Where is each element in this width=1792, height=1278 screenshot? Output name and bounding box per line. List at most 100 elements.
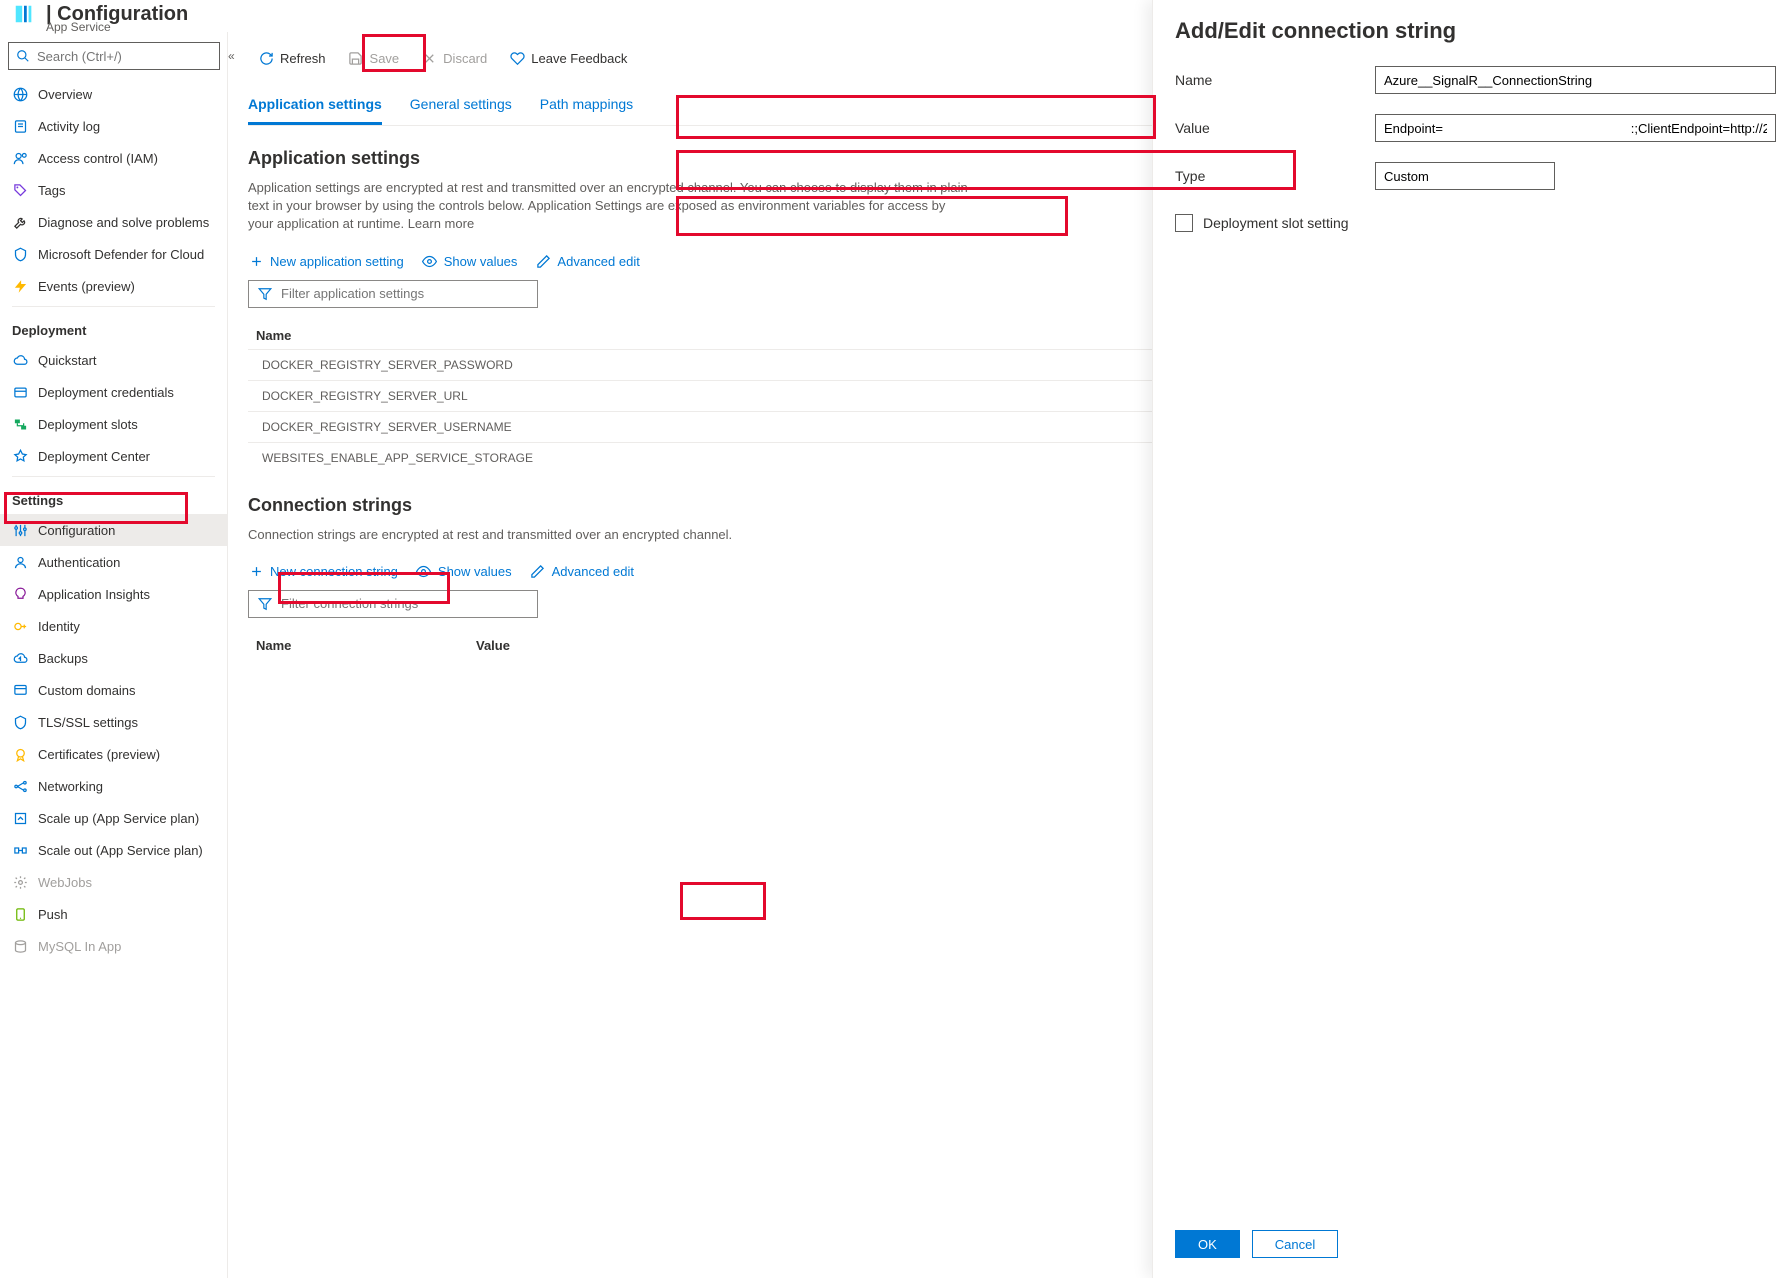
nav-label: Identity <box>38 619 80 634</box>
pencil-icon <box>535 254 551 270</box>
sidebar-item-overview[interactable]: Overview <box>0 78 227 110</box>
webjobs-icon <box>12 874 28 890</box>
section-settings: Settings <box>0 481 227 514</box>
sidebar-item-microsoft-defender-for-cloud[interactable]: Microsoft Defender for Cloud <box>0 238 227 270</box>
sidebar-item-networking[interactable]: Networking <box>0 770 227 802</box>
app-filter-input[interactable] <box>281 286 529 301</box>
sidebar-item-deployment-credentials[interactable]: Deployment credentials <box>0 376 227 408</box>
nav-label: Configuration <box>38 523 115 538</box>
nav-label: Quickstart <box>38 353 97 368</box>
sidebar-item-custom-domains[interactable]: Custom domains <box>0 674 227 706</box>
nav-label: Activity log <box>38 119 100 134</box>
filter-icon <box>257 286 273 302</box>
shield-icon <box>12 246 28 262</box>
sidebar-item-deployment-center[interactable]: Deployment Center <box>0 440 227 472</box>
sidebar-item-webjobs[interactable]: WebJobs <box>0 866 227 898</box>
tag-icon <box>12 182 28 198</box>
app-advanced-edit-button[interactable]: Advanced edit <box>535 254 639 270</box>
discard-icon <box>421 50 437 66</box>
sidebar-item-backups[interactable]: Backups <box>0 642 227 674</box>
identity-icon <box>12 618 28 634</box>
new-conn-string-button[interactable]: New connection string <box>248 564 398 580</box>
nav-label: Events (preview) <box>38 279 135 294</box>
sidebar-item-diagnose-and-solve-problems[interactable]: Diagnose and solve problems <box>0 206 227 238</box>
conn-col-name: Name <box>256 638 476 653</box>
tab-application-settings[interactable]: Application settings <box>248 88 382 125</box>
app-col-name: Name <box>256 328 476 343</box>
new-conn-string-label: New connection string <box>270 564 398 579</box>
discard-button[interactable]: Discard <box>411 42 497 74</box>
conn-show-values-button[interactable]: Show values <box>416 564 512 580</box>
bolt-icon <box>12 278 28 294</box>
sidebar-item-quickstart[interactable]: Quickstart <box>0 344 227 376</box>
conn-filter-box[interactable] <box>248 590 538 618</box>
sidebar: « OverviewActivity logAccess control (IA… <box>0 32 228 1278</box>
tab-general-settings[interactable]: General settings <box>410 88 512 125</box>
nav-label: Tags <box>38 183 65 198</box>
net-icon <box>12 778 28 794</box>
conn-desc: Connection strings are encrypted at rest… <box>248 526 968 544</box>
nav-label: Backups <box>38 651 88 666</box>
name-input[interactable] <box>1375 66 1776 94</box>
sidebar-item-authentication[interactable]: Authentication <box>0 546 227 578</box>
feedback-button[interactable]: Leave Feedback <box>499 42 637 74</box>
conn-advanced-edit-label: Advanced edit <box>552 564 634 579</box>
sidebar-item-identity[interactable]: Identity <box>0 610 227 642</box>
nav-label: Authentication <box>38 555 120 570</box>
slot-label: Deployment slot setting <box>1203 215 1349 231</box>
type-select[interactable] <box>1375 162 1555 190</box>
sidebar-item-application-insights[interactable]: Application Insights <box>0 578 227 610</box>
app-show-values-button[interactable]: Show values <box>422 254 518 270</box>
sidebar-item-scale-out-app-service-plan-[interactable]: Scale out (App Service plan) <box>0 834 227 866</box>
refresh-label: Refresh <box>280 51 326 66</box>
sidebar-item-configuration[interactable]: Configuration <box>0 514 227 546</box>
plus-icon <box>248 564 264 580</box>
sidebar-item-events-preview-[interactable]: Events (preview) <box>0 270 227 302</box>
sidebar-item-certificates-preview-[interactable]: Certificates (preview) <box>0 738 227 770</box>
search-input[interactable] <box>37 49 213 64</box>
conn-show-values-label: Show values <box>438 564 512 579</box>
mysql-icon <box>12 938 28 954</box>
auth-icon <box>12 554 28 570</box>
slot-checkbox[interactable] <box>1175 214 1193 232</box>
nav-label: Application Insights <box>38 587 150 602</box>
sidebar-item-scale-up-app-service-plan-[interactable]: Scale up (App Service plan) <box>0 802 227 834</box>
sidebar-item-mysql-in-app[interactable]: MySQL In App <box>0 930 227 962</box>
nav-label: Deployment Center <box>38 449 150 464</box>
nav-label: Access control (IAM) <box>38 151 158 166</box>
value-input[interactable] <box>1375 114 1776 142</box>
name-label: Name <box>1175 72 1375 88</box>
insights-icon <box>12 586 28 602</box>
sidebar-item-activity-log[interactable]: Activity log <box>0 110 227 142</box>
app-filter-box[interactable] <box>248 280 538 308</box>
iam-icon <box>12 150 28 166</box>
cancel-button[interactable]: Cancel <box>1252 1230 1338 1258</box>
app-advanced-edit-label: Advanced edit <box>557 254 639 269</box>
center-icon <box>12 448 28 464</box>
ok-button[interactable]: OK <box>1175 1230 1240 1258</box>
feedback-label: Leave Feedback <box>531 51 627 66</box>
sidebar-search[interactable] <box>8 42 220 70</box>
sidebar-item-access-control-iam-[interactable]: Access control (IAM) <box>0 142 227 174</box>
app-service-icon <box>10 0 38 28</box>
wrench-icon <box>12 214 28 230</box>
nav-label: Scale out (App Service plan) <box>38 843 203 858</box>
conn-col-value: Value <box>476 638 510 653</box>
save-button[interactable]: Save <box>338 42 410 74</box>
sidebar-item-deployment-slots[interactable]: Deployment slots <box>0 408 227 440</box>
app-show-values-label: Show values <box>444 254 518 269</box>
nav-label: Deployment slots <box>38 417 138 432</box>
sidebar-item-tags[interactable]: Tags <box>0 174 227 206</box>
section-deployment: Deployment <box>0 311 227 344</box>
save-icon <box>348 50 364 66</box>
eye-icon <box>416 564 432 580</box>
conn-filter-input[interactable] <box>281 596 529 611</box>
new-app-setting-label: New application setting <box>270 254 404 269</box>
tab-path-mappings[interactable]: Path mappings <box>540 88 633 125</box>
sidebar-item-tls-ssl-settings[interactable]: TLS/SSL settings <box>0 706 227 738</box>
conn-advanced-edit-button[interactable]: Advanced edit <box>530 564 634 580</box>
refresh-button[interactable]: Refresh <box>248 42 336 74</box>
sidebar-item-push[interactable]: Push <box>0 898 227 930</box>
shield-icon <box>12 714 28 730</box>
new-app-setting-button[interactable]: New application setting <box>248 254 404 270</box>
